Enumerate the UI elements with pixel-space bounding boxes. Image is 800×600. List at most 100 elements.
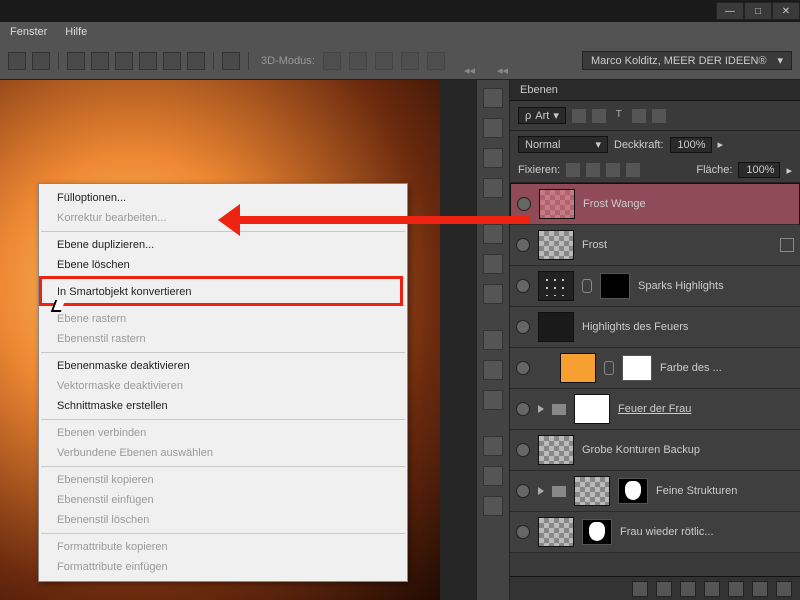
panel-icon[interactable] xyxy=(483,254,503,274)
visibility-eye-icon[interactable] xyxy=(517,197,531,211)
layer-row[interactable]: Highlights des Feuers xyxy=(510,307,800,348)
panel-icon[interactable] xyxy=(483,148,503,168)
user-dropdown[interactable]: Marco Kolditz, MEER DER IDEEN®▾ xyxy=(582,51,792,70)
layer-mask-thumbnail[interactable] xyxy=(600,273,630,299)
maximize-button[interactable]: □ xyxy=(744,2,772,20)
layer-name[interactable]: Farbe des ... xyxy=(660,362,794,374)
panel-icon[interactable] xyxy=(483,436,503,456)
panel-icon[interactable] xyxy=(483,390,503,410)
layer-name[interactable]: Frau wieder rötlic... xyxy=(620,526,794,538)
ctxmenu-item[interactable]: Ebene löschen xyxy=(39,255,407,275)
new-layer-icon[interactable] xyxy=(752,581,768,597)
layer-name[interactable]: Frost Wange xyxy=(583,198,793,210)
expand-triangle-icon[interactable] xyxy=(538,487,544,495)
fx-icon[interactable] xyxy=(656,581,672,597)
layer-name[interactable]: Feine Strukturen xyxy=(656,485,794,497)
visibility-eye-icon[interactable] xyxy=(516,238,530,252)
opt-icon[interactable] xyxy=(222,52,240,70)
minimize-button[interactable]: — xyxy=(716,2,744,20)
layer-row[interactable]: Grobe Konturen Backup xyxy=(510,430,800,471)
collapse-icon[interactable]: ◂◂ xyxy=(464,64,475,77)
layer-row[interactable]: Frau wieder rötlic... xyxy=(510,512,800,553)
filter-smart-icon[interactable] xyxy=(652,109,666,123)
ctxmenu-item[interactable]: In Smartobjekt konvertieren xyxy=(39,282,407,302)
visibility-eye-icon[interactable] xyxy=(516,320,530,334)
canvas-area[interactable]: Fülloptionen...Korrektur bearbeiten...Eb… xyxy=(0,80,476,600)
panel-icon[interactable] xyxy=(483,118,503,138)
filter-pixel-icon[interactable] xyxy=(572,109,586,123)
lock-trans-icon[interactable] xyxy=(566,163,580,177)
opacity-field[interactable]: 100% xyxy=(670,137,712,153)
panel-icon[interactable] xyxy=(483,496,503,516)
panel-icon[interactable] xyxy=(483,466,503,486)
collapse-icon[interactable]: ◂◂ xyxy=(497,64,508,77)
filter-shape-icon[interactable] xyxy=(632,109,646,123)
lock-move-icon[interactable] xyxy=(606,163,620,177)
layer-thumbnail[interactable] xyxy=(538,312,574,342)
opt-icon[interactable] xyxy=(32,52,50,70)
opt-icon[interactable] xyxy=(8,52,26,70)
layer-thumbnail[interactable] xyxy=(538,230,574,260)
layer-mask-thumbnail[interactable] xyxy=(622,355,652,381)
layer-thumbnail[interactable] xyxy=(538,517,574,547)
layer-row[interactable]: Feine Strukturen xyxy=(510,471,800,512)
visibility-eye-icon[interactable] xyxy=(516,279,530,293)
group-icon[interactable] xyxy=(728,581,744,597)
menu-hilfe[interactable]: Hilfe xyxy=(65,26,87,38)
ctxmenu-item[interactable]: Ebenenmaske deaktivieren xyxy=(39,356,407,376)
layer-thumbnail[interactable] xyxy=(574,476,610,506)
visibility-eye-icon[interactable] xyxy=(516,443,530,457)
layer-row[interactable]: Farbe des ... xyxy=(510,348,800,389)
ctxmenu-item[interactable]: Ebene duplizieren... xyxy=(39,235,407,255)
filter-adjust-icon[interactable] xyxy=(592,109,606,123)
panel-tab-layers[interactable]: Ebenen xyxy=(510,80,800,101)
opt-icon[interactable] xyxy=(163,52,181,70)
visibility-eye-icon[interactable] xyxy=(516,525,530,539)
layer-thumbnail[interactable] xyxy=(539,189,575,219)
opt-icon[interactable] xyxy=(187,52,205,70)
visibility-eye-icon[interactable] xyxy=(516,361,530,375)
expand-triangle-icon[interactable] xyxy=(538,405,544,413)
link-layers-icon[interactable] xyxy=(632,581,648,597)
close-button[interactable]: ✕ xyxy=(772,2,800,20)
lock-paint-icon[interactable] xyxy=(586,163,600,177)
layer-thumbnail[interactable] xyxy=(538,271,574,301)
layer-name[interactable]: Feuer der Frau xyxy=(618,403,794,415)
filter-type-icon[interactable]: T xyxy=(612,109,626,123)
visibility-eye-icon[interactable] xyxy=(516,402,530,416)
layer-row[interactable]: Frost xyxy=(510,225,800,266)
adjustment-icon[interactable] xyxy=(704,581,720,597)
layer-mask-thumbnail[interactable] xyxy=(618,478,648,504)
menu-fenster[interactable]: Fenster xyxy=(10,26,47,38)
panel-icon[interactable] xyxy=(483,284,503,304)
ctxmenu-item[interactable]: Schnittmaske erstellen xyxy=(39,396,407,416)
layer-thumbnail[interactable] xyxy=(560,353,596,383)
layer-row[interactable]: Sparks Highlights xyxy=(510,266,800,307)
panel-icon[interactable] xyxy=(483,224,503,244)
opt-icon[interactable] xyxy=(91,52,109,70)
delete-layer-icon[interactable] xyxy=(776,581,792,597)
layer-thumbnail[interactable] xyxy=(574,394,610,424)
layer-name[interactable]: Highlights des Feuers xyxy=(582,321,794,333)
layer-thumbnail[interactable] xyxy=(538,435,574,465)
panel-icon[interactable] xyxy=(483,330,503,350)
opt-icon[interactable] xyxy=(115,52,133,70)
panel-icon[interactable] xyxy=(483,178,503,198)
layer-mask-thumbnail[interactable] xyxy=(582,519,612,545)
panel-icon[interactable] xyxy=(483,88,503,108)
blendmode-select[interactable]: Normal ▾ xyxy=(518,136,608,153)
panel-icon[interactable] xyxy=(483,360,503,380)
layer-name[interactable]: Frost xyxy=(582,239,772,251)
layer-row[interactable]: Frost Wange xyxy=(510,183,800,225)
fill-field[interactable]: 100% xyxy=(738,162,780,178)
opt-icon[interactable] xyxy=(67,52,85,70)
filter-select[interactable]: ρ Art ▾ xyxy=(518,107,566,124)
layer-name[interactable]: Sparks Highlights xyxy=(638,280,794,292)
ctxmenu-item: Vektormaske deaktivieren xyxy=(39,376,407,396)
layer-name[interactable]: Grobe Konturen Backup xyxy=(582,444,794,456)
visibility-eye-icon[interactable] xyxy=(516,484,530,498)
lock-all-icon[interactable] xyxy=(626,163,640,177)
mask-icon[interactable] xyxy=(680,581,696,597)
layer-row[interactable]: Feuer der Frau xyxy=(510,389,800,430)
opt-icon[interactable] xyxy=(139,52,157,70)
